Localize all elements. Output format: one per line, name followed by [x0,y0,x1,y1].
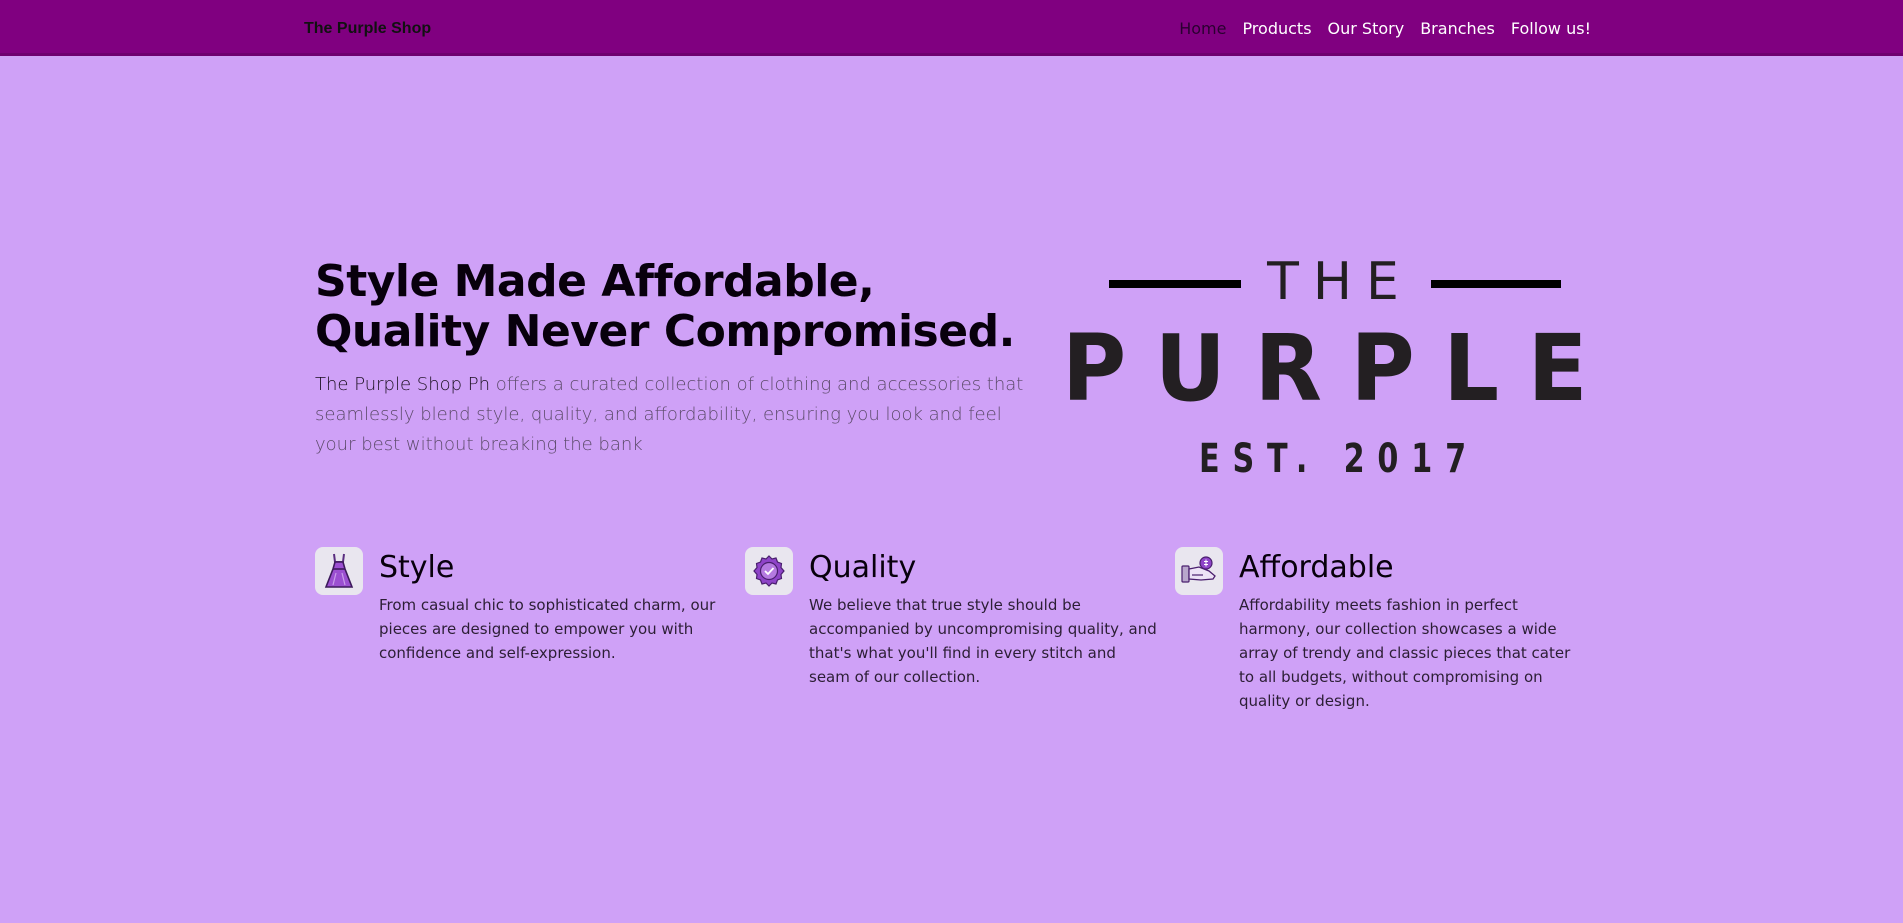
features-section: Style From casual chic to sophisticated … [315,547,1605,713]
hero-title: Style Made Affordable, Quality Never Com… [315,256,1015,357]
logo-the-text: THE [1266,252,1413,312]
feature-description: Affordability meets fashion in perfect h… [1239,596,1571,710]
quality-badge-icon [745,547,793,595]
nav-home[interactable]: Home [1179,19,1226,38]
nav-links: Home Products Our Story Branches Follow … [1179,19,1591,38]
logo-purple-text: PURPLE [1062,315,1616,422]
logo-est-text: EST. 2017 [1199,436,1479,482]
hero-shop-name: The Purple Shop Ph [315,374,491,395]
nav-follow-us[interactable]: Follow us! [1511,19,1591,38]
feature-quality: Quality We believe that true style shoul… [745,547,1175,713]
feature-description: We believe that true style should be acc… [809,596,1157,686]
nav-branches[interactable]: Branches [1420,19,1495,38]
feature-title: Affordable [1239,550,1394,585]
brand-link[interactable]: The Purple Shop [304,20,431,38]
navbar: The Purple Shop Home Products Our Story … [0,0,1903,56]
nav-products[interactable]: Products [1242,19,1311,38]
affordable-payment-icon [1175,547,1223,595]
feature-description: From casual chic to sophisticated charm,… [379,596,716,662]
nav-our-story[interactable]: Our Story [1328,19,1405,38]
logo-right-rule [1431,280,1561,288]
feature-style: Style From casual chic to sophisticated … [315,547,745,713]
logo-left-rule [1109,280,1241,288]
feature-title: Style [379,550,455,585]
feature-affordable: Affordable Affordability meets fashion i… [1175,547,1605,713]
hero-description: The Purple Shop Ph offers a curated coll… [315,370,1025,460]
dress-icon [315,547,363,595]
feature-title: Quality [809,550,917,585]
brand-logo: THE PURPLE EST. 2017 [1062,252,1616,482]
